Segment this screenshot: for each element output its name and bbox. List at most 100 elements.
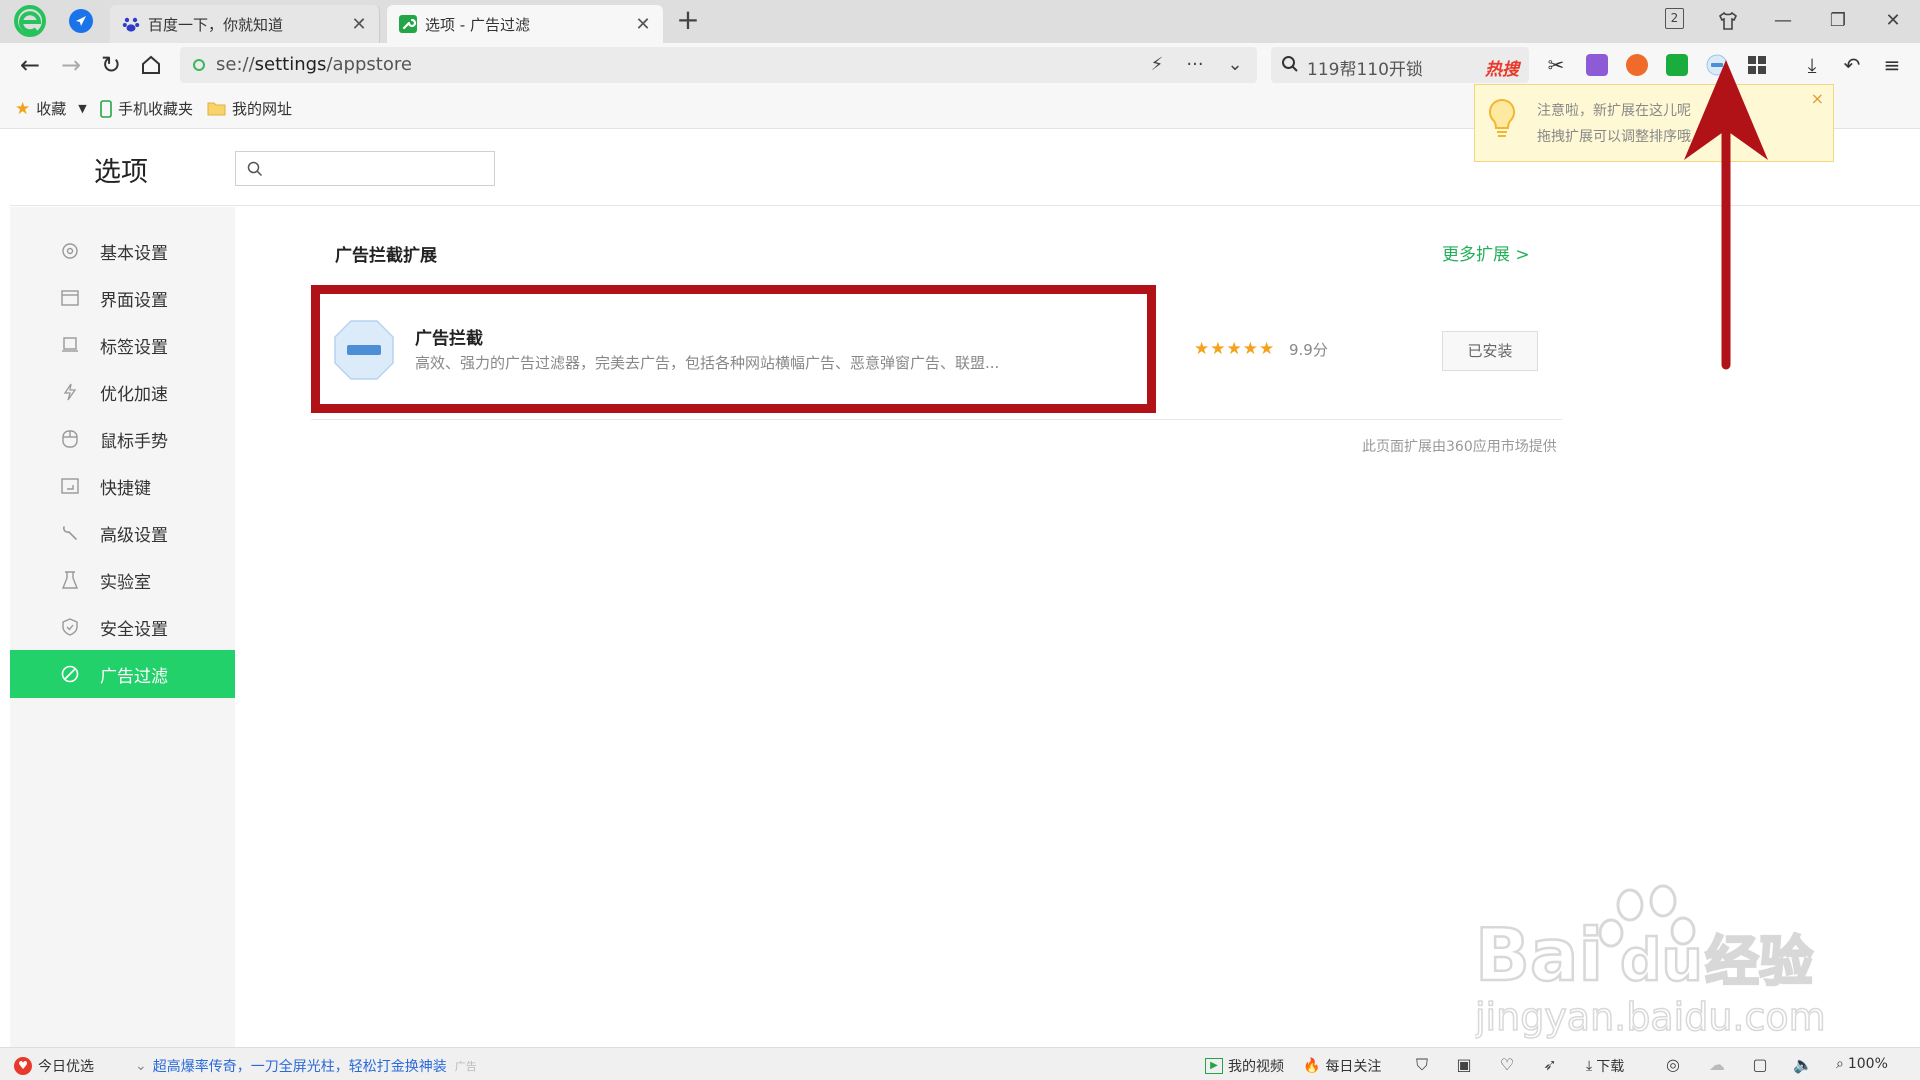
- tooltip-line-2: 拖拽扩展可以调整排序哦: [1537, 129, 1691, 145]
- keyboard-icon: [60, 476, 80, 496]
- chevron-down-icon[interactable]: ▼: [78, 102, 86, 115]
- hot-search-label[interactable]: 热搜: [1485, 55, 1519, 80]
- svg-text:jingyan.baidu.com: jingyan.baidu.com: [1475, 995, 1825, 1039]
- sidebar-item-interface[interactable]: 界面设置: [10, 274, 235, 322]
- bookmark-my-sites[interactable]: 我的网址: [207, 98, 292, 119]
- address-url[interactable]: se://settings/appstore: [216, 54, 412, 75]
- my-videos[interactable]: ▶ 我的视频: [1205, 1056, 1284, 1076]
- more-extensions-link[interactable]: 更多扩展 >: [1442, 240, 1530, 265]
- annotation-arrow: [1684, 60, 1768, 370]
- back-button[interactable]: ←: [14, 49, 46, 81]
- annotation-highlight-box: [311, 285, 1156, 413]
- bookmark-mobile[interactable]: 手机收藏夹: [100, 98, 193, 119]
- heart-badge-icon: ♥: [14, 1057, 32, 1075]
- image-icon[interactable]: ▣: [1453, 1055, 1475, 1075]
- search-query[interactable]: 119帮110开锁: [1307, 55, 1423, 80]
- settings-search-input[interactable]: [235, 151, 495, 186]
- lightbulb-icon: [1488, 98, 1516, 137]
- new-tab-button[interactable]: +: [673, 5, 703, 37]
- close-window-button[interactable]: ✕: [1878, 6, 1908, 36]
- navigation-toolbar: ← → ↻ se://settings/appstore ⚡ ··· ⌄ 119…: [0, 43, 1920, 87]
- svg-text:经验: 经验: [1705, 930, 1813, 993]
- star-icon: ★: [15, 98, 31, 119]
- browser-logo-icon[interactable]: [14, 5, 46, 37]
- tab-title: 百度一下，你就知道: [148, 15, 284, 34]
- download-icon: ⤓: [1586, 1058, 1593, 1074]
- secure-site-icon: [193, 59, 205, 71]
- more-options-icon[interactable]: ···: [1180, 50, 1210, 80]
- forward-button[interactable]: →: [55, 49, 87, 81]
- reload-button[interactable]: ↻: [95, 49, 127, 81]
- window-icon: [60, 288, 80, 308]
- sidebar-item-ad-filter[interactable]: 广告过滤: [10, 650, 235, 698]
- installed-button[interactable]: 已安装: [1442, 331, 1538, 371]
- undo-icon[interactable]: ↶: [1838, 51, 1866, 79]
- sidebar-item-shortcuts[interactable]: 快捷键: [10, 462, 235, 510]
- home-button[interactable]: [135, 49, 167, 81]
- rocket-icon[interactable]: ➶: [1539, 1055, 1561, 1075]
- incognito-icon[interactable]: ◎: [1662, 1055, 1684, 1075]
- sidebar-item-optimize[interactable]: 优化加速: [10, 368, 235, 416]
- tab-icon: [60, 335, 80, 355]
- search-box[interactable]: 119帮110开锁 热搜: [1271, 47, 1529, 83]
- settings-wrench-icon: [399, 15, 417, 33]
- search-icon: [1282, 56, 1298, 72]
- restore-button[interactable]: ❐: [1823, 6, 1853, 36]
- daily-follow[interactable]: 🔥 每日关注: [1303, 1056, 1381, 1076]
- downloads-link[interactable]: ⤓ 下载: [1586, 1056, 1624, 1076]
- mouse-icon: [60, 429, 80, 449]
- chevron-down-icon[interactable]: ⌄: [1220, 50, 1250, 80]
- flask-icon: [60, 570, 80, 590]
- divider: [311, 419, 1562, 420]
- search-icon: [247, 161, 263, 177]
- gear-icon: [60, 241, 80, 261]
- cleanup-icon[interactable]: ☁: [1706, 1055, 1728, 1075]
- chevron-down-icon: ⌄: [135, 1058, 147, 1074]
- translate-extension-icon[interactable]: [1586, 54, 1608, 76]
- page-title: 选项: [94, 157, 148, 188]
- pinned-tab-icon[interactable]: [69, 9, 93, 33]
- shield-icon: [60, 617, 80, 637]
- close-tab-icon[interactable]: ✕: [345, 14, 373, 35]
- address-bar[interactable]: se://settings/appstore ⚡ ··· ⌄: [180, 47, 1257, 83]
- sidebar-item-advanced[interactable]: 高级设置: [10, 509, 235, 557]
- adblock-extension-icon: [334, 320, 394, 380]
- tooltip-line-1: 注意啦，新扩展在这儿呢: [1537, 103, 1691, 119]
- zoom-level[interactable]: ⌕ 100%: [1836, 1056, 1888, 1072]
- tooltip-close-icon[interactable]: ×: [1811, 89, 1824, 108]
- sidebar-item-basic[interactable]: 基本设置: [10, 227, 235, 275]
- flame-icon: 🔥: [1303, 1058, 1321, 1074]
- skin-shirt-icon[interactable]: [1713, 6, 1743, 36]
- menu-icon[interactable]: ≡: [1878, 51, 1906, 79]
- tab-count-badge[interactable]: 2: [1665, 8, 1684, 29]
- wrench-icon: [60, 523, 80, 543]
- sidebar-item-mouse-gesture[interactable]: 鼠标手势: [10, 415, 235, 463]
- promo-link[interactable]: ⌄ 超高爆率传奇，一刀全屏光柱，轻松打金换神装 广告: [135, 1056, 477, 1076]
- tab-settings[interactable]: 选项 - 广告过滤 ✕: [387, 5, 663, 43]
- provider-note: 此页面扩展由360应用市场提供: [1362, 439, 1557, 455]
- lightning-icon[interactable]: ⚡: [1142, 50, 1172, 80]
- close-tab-icon[interactable]: ✕: [629, 14, 657, 35]
- download-icon[interactable]: ⤓: [1798, 51, 1826, 79]
- minimize-button[interactable]: —: [1768, 6, 1798, 36]
- game-extension-icon[interactable]: [1626, 54, 1648, 76]
- health-icon[interactable]: ♡: [1496, 1055, 1518, 1075]
- scissors-icon[interactable]: ✂: [1542, 51, 1570, 79]
- sidebar-item-lab[interactable]: 实验室: [10, 556, 235, 604]
- rating-stars: ★★★★★: [1194, 339, 1276, 359]
- sidebar-item-tabs[interactable]: 标签设置: [10, 321, 235, 369]
- phone-icon: [100, 99, 112, 118]
- tab-baidu[interactable]: 百度一下，你就知道 ✕: [110, 5, 380, 43]
- bookmark-favorites[interactable]: ★ 收藏 ▼: [15, 98, 87, 119]
- search-icon: ⌕: [1836, 1056, 1844, 1072]
- status-bar: ♥ 今日优选 ⌄ 超高爆率传奇，一刀全屏光柱，轻松打金换神装 广告 ▶ 我的视频…: [0, 1047, 1920, 1080]
- rating-score: 9.9分: [1289, 341, 1328, 359]
- window-icon[interactable]: ▢: [1749, 1055, 1771, 1075]
- extension-name[interactable]: 广告拦截: [415, 324, 483, 349]
- shield-icon[interactable]: ⛉: [1411, 1055, 1433, 1075]
- volume-icon[interactable]: 🔈: [1792, 1055, 1814, 1075]
- today-picks[interactable]: ♥ 今日优选: [14, 1056, 94, 1076]
- sidebar-item-security[interactable]: 安全设置: [10, 603, 235, 651]
- baidu-jingyan-watermark: Bai du 经验 jingyan.baidu.com: [1475, 884, 1825, 1040]
- baidu-paw-icon: [122, 17, 140, 32]
